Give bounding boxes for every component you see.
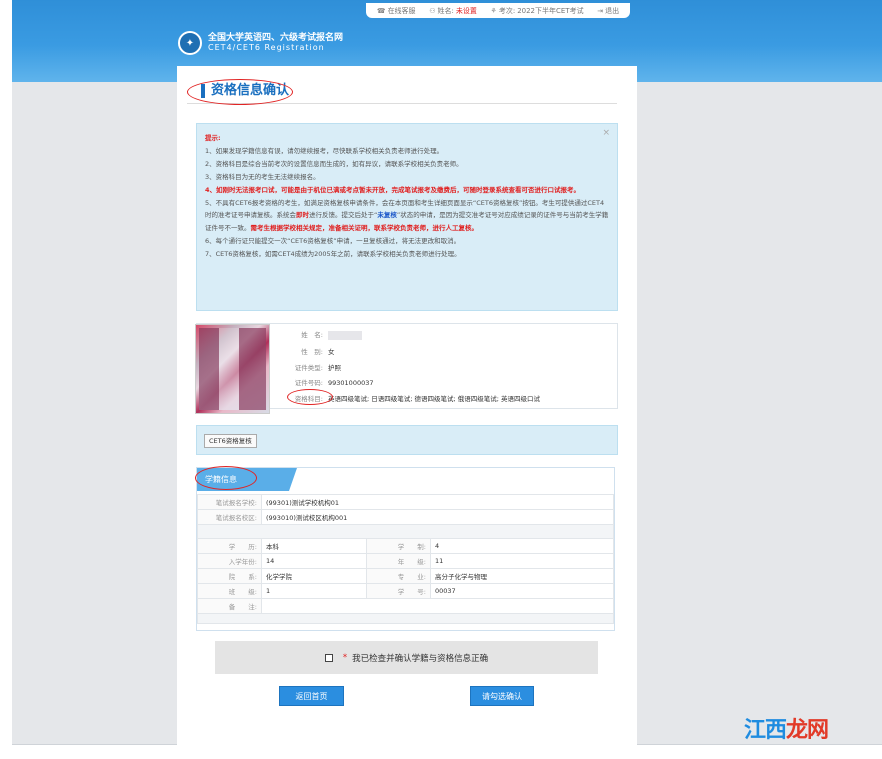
online-service-link[interactable]: ☎ 在线客服 [377, 6, 416, 16]
entry-year-label: 入学年份: [197, 553, 262, 569]
exam-value: 2022下半年CET考试 [517, 6, 584, 15]
title-highlight-circle [187, 79, 293, 105]
major-value: 高分子化学与物理 [430, 568, 614, 584]
id-number-label: 证件号码: [294, 379, 323, 387]
notice-item-3: 3、资格科目为无的考生无法继续报名。 [205, 172, 320, 181]
class-value: 1 [261, 583, 367, 599]
entry-year-value: 14 [261, 553, 367, 569]
school-info-table: 笔试报名学校: (99301)测试学校机构01 笔试报名校区: (993010)… [197, 494, 614, 624]
notice-item-2: 2、资格科目是综合当前考次的设置信息而生成的，如有异议，请联系学校相关负责老师。 [205, 159, 463, 168]
site-logo[interactable]: ✦ 全国大学英语四、六级考试报名网 CET4/CET6 Registration [178, 31, 343, 55]
main-panel: 资格信息确认 × 提示: 1、如果发现学籍信息有误，请勿继续报考，尽快联系学校相… [177, 66, 637, 746]
education-value: 本科 [261, 538, 367, 554]
campus-value: (993010)测试校区机构001 [261, 509, 614, 525]
photo-mosaic [199, 328, 266, 410]
name-field-label: 姓 名: [301, 331, 323, 339]
notice-item-1: 1、如果发现学籍信息有误，请勿继续报考，尽快联系学校相关负责老师进行处理。 [205, 146, 444, 155]
major-label: 专 业: [366, 568, 431, 584]
table-row: 学 历: 本科 学 制: 4 [197, 538, 614, 554]
online-service-label: 在线客服 [387, 6, 416, 15]
campus-label: 笔试报名校区: [197, 509, 262, 525]
top-user-bar: ☎ 在线客服 ⚇ 姓名: 未设置 ⚘ 考次: 2022下半年CET考试 ⇥ 退出 [366, 3, 630, 18]
required-star: * [342, 652, 348, 663]
name-value[interactable]: 未设置 [456, 6, 477, 16]
notice-item-5-c: 进行反馈。提交后处于“ [309, 211, 378, 220]
school-value: (99301)测试学校机构01 [261, 494, 614, 510]
watermark-part-2: 龙网 [786, 717, 829, 743]
gender-label: 性 别: [301, 348, 323, 356]
school-label: 笔试报名学校: [197, 494, 262, 510]
school-tab-highlight-circle [195, 466, 257, 490]
confirm-label[interactable]: 我已检查并确认学籍与资格信息正确 [352, 652, 488, 664]
grade-label: 年 级: [366, 553, 431, 569]
logo-subtitle: CET4/CET6 Registration [208, 43, 325, 52]
confirm-row: * 我已检查并确认学籍与资格信息正确 [215, 641, 598, 674]
table-row: 入学年份: 14 年 级: 11 [197, 553, 614, 569]
watermark-part-1: 江西 [744, 717, 787, 743]
class-label: 班 级: [197, 583, 262, 599]
notice-item-4: 4、如刚时无法报考口试，可能是由于机位已满或考点暂未开放，完成笔试报考及缴费后，… [205, 185, 581, 194]
subjects-value: 英语四级笔试; 日语四级笔试; 德语四级笔试; 俄语四级笔试; 英语四级口试 [328, 395, 541, 403]
confirm-button[interactable]: 请勾选确认 [470, 686, 534, 706]
user-name: ⚇ 姓名: 未设置 [429, 6, 477, 16]
left-margin [12, 82, 177, 745]
notice-item-7: 7、CET6资格复核，如需CET4成绩为2005年之前，请联系学校相关负责老师进… [205, 250, 461, 259]
remark-label: 备 注: [197, 598, 262, 614]
confirm-checkbox[interactable] [324, 653, 333, 662]
grade-value: 11 [430, 553, 614, 569]
student-id-label: 学 号: [366, 583, 431, 599]
emblem-icon: ✦ [178, 31, 202, 55]
subjects-highlight-circle [287, 389, 333, 405]
field-gender: 性 别: 女 [287, 346, 335, 356]
watermark-logo: 江西龙网 [744, 712, 829, 744]
gender-value: 女 [328, 348, 335, 356]
logout-link[interactable]: ⇥ 退出 [597, 6, 619, 16]
notice-item-6: 6、每个通行证只能提交一次“CET6资格复核”申请，一旦复核通过，将无法更改和取… [205, 237, 461, 246]
table-row: 笔试报名学校: (99301)测试学校机构01 [197, 494, 614, 510]
education-label: 学 历: [197, 538, 262, 554]
back-home-button[interactable]: 返回首页 [279, 686, 344, 706]
id-type-label: 证件类型: [294, 364, 323, 372]
duration-value: 4 [430, 538, 614, 554]
table-row: 班 级: 1 学 号: 00037 [197, 583, 614, 599]
table-row-spacer [197, 613, 614, 624]
logout-label: 退出 [605, 6, 620, 15]
exam-icon: ⚘ [490, 6, 497, 15]
field-name: 姓 名: [287, 329, 362, 340]
remark-value [261, 598, 614, 614]
cet6-review-button[interactable]: CET6资格复核 [204, 434, 257, 448]
logo-text: 全国大学英语四、六级考试报名网 CET4/CET6 Registration [208, 33, 343, 53]
table-row-spacer [197, 524, 614, 539]
duration-label: 学 制: [366, 538, 431, 554]
table-row: 院 系: 化学学院 专 业: 高分子化学与物理 [197, 568, 614, 584]
name-masked-value [328, 330, 362, 340]
notice-item-5-d: 未复核 [377, 211, 397, 220]
headset-icon: ☎ [376, 6, 386, 15]
department-value: 化学学院 [261, 568, 367, 584]
user-icon: ⚇ [429, 6, 436, 15]
notice-box: × 提示: 1、如果发现学籍信息有误，请勿继续报考，尽快联系学校相关负责老师进行… [196, 123, 618, 311]
school-info-panel: 学籍信息 笔试报名学校: (99301)测试学校机构01 笔试报名校区: (99… [196, 467, 615, 631]
logout-icon: ⇥ [597, 6, 604, 15]
exam-session: ⚘ 考次: 2022下半年CET考试 [491, 6, 584, 16]
student-id-value: 00037 [430, 583, 614, 599]
notice-item-5-b: 即时 [296, 211, 309, 220]
logo-title: 全国大学英语四、六级考试报名网 [208, 33, 344, 43]
table-row: 笔试报名校区: (993010)测试校区机构001 [197, 509, 614, 525]
review-bar: CET6资格复核 [196, 425, 618, 455]
notice-heading: 提示: [205, 134, 221, 142]
id-number-value: 99301000037 [328, 379, 374, 387]
field-id-type: 证件类型: 护照 [287, 362, 341, 372]
right-margin [637, 82, 882, 745]
id-type-value: 护照 [328, 364, 341, 372]
notice-item-5: 5、不具有CET6报考资格的考生，如满足资格复核申请条件，会在本页面和考生详细页… [205, 197, 609, 236]
exam-label: 考次: [498, 6, 516, 15]
name-label: 姓名: [437, 6, 454, 15]
table-row: 备 注: [197, 598, 614, 614]
department-label: 院 系: [197, 568, 262, 584]
notice-item-5-f: 需考生根据学校相关规定，准备相关证明，联系学校负责老师，进行人工复核。 [250, 224, 479, 233]
field-id-number: 证件号码: 99301000037 [287, 377, 374, 387]
close-icon[interactable]: × [602, 127, 610, 140]
